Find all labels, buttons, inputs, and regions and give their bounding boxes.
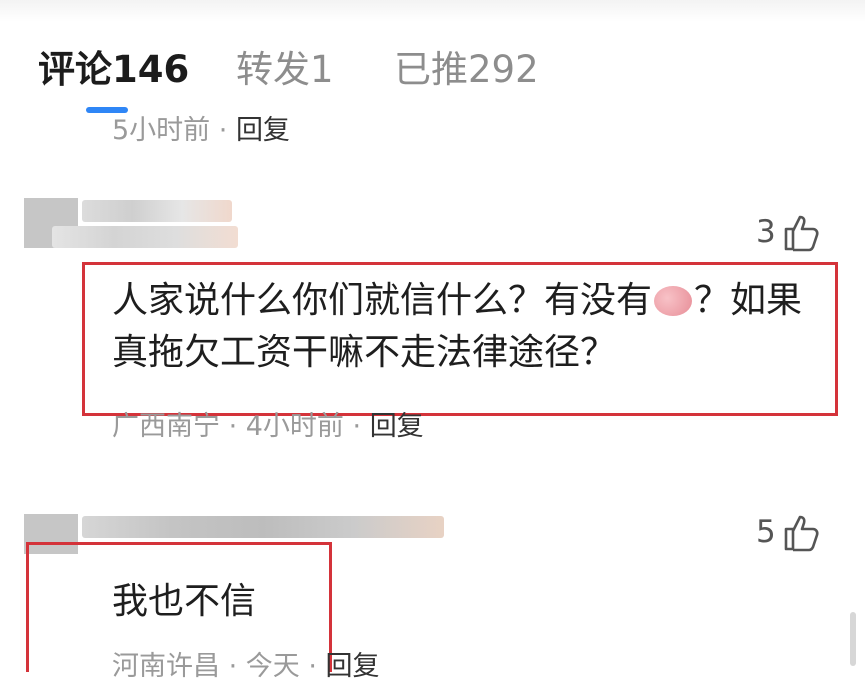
meta-time: 今天 — [245, 651, 300, 682]
prev-comment-meta: 5小时前 · 回复 — [112, 110, 412, 142]
tab-reposts[interactable]: 转发1 — [236, 40, 334, 100]
meta-separator: · — [210, 115, 236, 142]
like-count: 3 — [756, 214, 776, 250]
tab-recommended[interactable]: 已推292 — [394, 40, 539, 100]
brain-emoji-icon — [654, 286, 693, 316]
meta-separator: · — [220, 651, 246, 682]
like-count: 5 — [756, 514, 776, 550]
thumbs-up-icon — [784, 215, 819, 252]
username-blurred[interactable] — [82, 516, 444, 538]
comment-meta: 广西南宁 · 4小时前 · 回复 — [112, 410, 424, 444]
like-button[interactable]: 5 — [756, 512, 820, 552]
meta-location: 广西南宁 — [112, 411, 220, 442]
meta-location: 河南许昌 — [112, 651, 220, 682]
thumbs-up-icon — [784, 515, 819, 552]
comment-text-part1: 人家说什么你们就信什么？有没有 — [112, 280, 653, 321]
meta-separator: · — [220, 411, 246, 442]
meta-separator: · — [343, 411, 370, 442]
tab-comments[interactable]: 评论146 — [38, 40, 189, 100]
meta-time: 4小时前 — [245, 411, 344, 442]
scrollbar[interactable] — [850, 612, 856, 666]
comment-text: 我也不信 — [112, 581, 257, 622]
comment-text: 人家说什么你们就信什么？有没有 ？如果真拖欠工资干嘛不走法律途径？ — [112, 275, 824, 379]
comment-meta: 河南许昌 · 今天 · 回复 — [112, 650, 380, 684]
meta-separator: · — [299, 651, 326, 682]
reply-button[interactable]: 回复 — [370, 411, 424, 442]
username-blurred[interactable] — [82, 200, 232, 222]
user-badge-blurred — [52, 226, 238, 248]
top-fade — [0, 0, 865, 22]
reply-button[interactable]: 回复 — [236, 115, 290, 142]
like-button[interactable]: 3 — [756, 212, 820, 252]
reply-button[interactable]: 回复 — [326, 651, 380, 682]
meta-time: 5小时前 — [112, 115, 211, 142]
